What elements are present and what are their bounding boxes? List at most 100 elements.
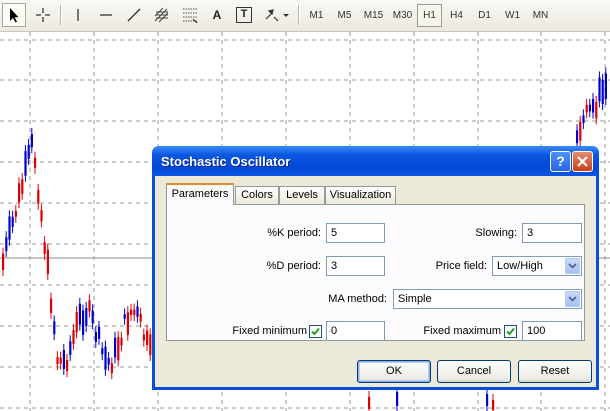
d-period-label: %D period: xyxy=(266,260,321,272)
candle-body xyxy=(136,306,139,317)
candle-body xyxy=(492,400,495,410)
cursor-arrow-icon[interactable] xyxy=(2,3,26,27)
candle-body xyxy=(601,79,604,105)
k-period-label: %K period: xyxy=(267,227,321,239)
ok-button[interactable]: OK xyxy=(357,360,431,383)
equidistant-channel-icon[interactable] xyxy=(150,3,174,27)
candle-body xyxy=(396,392,399,406)
tab-parameters[interactable]: Parameters xyxy=(166,183,234,205)
candle-body xyxy=(2,253,5,270)
timeframe-m30-button[interactable]: M30 xyxy=(388,4,417,27)
candle-body xyxy=(85,308,88,327)
timeframe-h4-button[interactable]: H4 xyxy=(443,4,470,27)
candle-body xyxy=(50,298,53,313)
candle-body xyxy=(110,363,113,374)
price-field-value: Low/High xyxy=(497,260,543,272)
toolbar-separator xyxy=(60,5,62,25)
candle-body xyxy=(46,249,49,275)
fixed-maximum-checkbox[interactable] xyxy=(504,325,517,338)
candle-body xyxy=(56,357,59,365)
candle-body xyxy=(107,357,110,365)
candle-body xyxy=(133,309,136,316)
vertical-line-icon[interactable] xyxy=(66,3,90,27)
candle-body xyxy=(30,133,33,148)
text-tool-icon[interactable]: A xyxy=(206,3,228,27)
timeframe-m1-button[interactable]: M1 xyxy=(303,4,330,27)
chevron-down-icon xyxy=(565,258,580,274)
arrows-menu-icon[interactable] xyxy=(262,3,292,27)
candle-body xyxy=(579,121,582,141)
candle-body xyxy=(72,330,75,344)
candle-body xyxy=(582,115,585,123)
candle-body xyxy=(27,145,30,159)
help-button[interactable]: ? xyxy=(550,151,571,172)
checkmark-icon xyxy=(311,327,320,336)
fibonacci-retracement-icon[interactable] xyxy=(178,3,202,27)
candle-body xyxy=(123,314,126,319)
ma-method-label: MA method: xyxy=(328,293,387,305)
trendline-icon[interactable] xyxy=(122,3,146,27)
candle-body xyxy=(75,312,78,333)
k-period-input[interactable]: 5 xyxy=(326,223,385,243)
candle-body xyxy=(368,397,371,409)
candle-body xyxy=(5,237,8,251)
candle-body xyxy=(88,300,91,312)
candle-body xyxy=(11,216,14,227)
fixed-minimum-checkbox[interactable] xyxy=(309,325,322,338)
close-button[interactable] xyxy=(572,151,593,172)
candle-body xyxy=(101,348,104,355)
ma-method-select[interactable]: Simple xyxy=(393,289,582,309)
d-period-input[interactable]: 3 xyxy=(326,256,385,276)
candle-body xyxy=(53,321,56,335)
candle-body xyxy=(595,101,598,119)
candle-body xyxy=(8,216,11,240)
candle-body xyxy=(21,179,24,194)
timeframe-m15-button[interactable]: M15 xyxy=(359,4,388,27)
fixed-maximum-label: Fixed maximum xyxy=(423,325,501,337)
tab-levels[interactable]: Levels xyxy=(279,186,325,204)
candle-body xyxy=(604,73,607,99)
timeframe-m5-button[interactable]: M5 xyxy=(331,4,358,27)
tab-visualization[interactable]: Visualization xyxy=(325,186,396,204)
tab-colors[interactable]: Colors xyxy=(235,186,279,204)
candle-body xyxy=(117,337,120,361)
candle-body xyxy=(69,341,72,355)
candle-body xyxy=(66,359,69,372)
candle-body xyxy=(37,189,40,204)
candle-body xyxy=(130,309,133,316)
text-label-glyph: T xyxy=(236,7,252,23)
reset-button[interactable]: Reset xyxy=(518,360,592,383)
cancel-button[interactable]: Cancel xyxy=(437,360,511,383)
dialog-titlebar[interactable]: Stochastic Oscillator ? xyxy=(152,146,599,176)
candle-body xyxy=(104,346,107,370)
candle-body xyxy=(82,310,85,335)
slowing-label: Slowing: xyxy=(475,227,517,239)
fixed-minimum-input[interactable]: 0 xyxy=(326,321,385,341)
price-field-select[interactable]: Low/High xyxy=(492,256,582,276)
candle-body xyxy=(139,313,142,322)
text-label-icon[interactable]: T xyxy=(233,3,255,27)
candle-body xyxy=(78,303,81,325)
timeframe-d1-button[interactable]: D1 xyxy=(471,4,498,27)
candle-body xyxy=(24,151,27,176)
timeframe-h1-button[interactable]: H1 xyxy=(417,4,442,27)
candle-body xyxy=(34,157,37,168)
slowing-input[interactable]: 3 xyxy=(522,223,582,243)
toolbar: A T M1 M5 M15 M30 H1 H4 D1 W1 MN xyxy=(0,0,610,32)
dialog-title: Stochastic Oscillator xyxy=(161,154,291,169)
candle-body xyxy=(588,104,591,112)
candle-body xyxy=(146,330,149,346)
crosshair-icon[interactable] xyxy=(31,3,55,27)
candle-body xyxy=(40,210,43,222)
close-icon xyxy=(577,156,588,167)
candle-body xyxy=(59,357,62,364)
fixed-minimum-label: Fixed minimum xyxy=(232,325,307,337)
parameters-panel: %K period: 5 Slowing: 3 %D period: 3 Pri… xyxy=(166,204,585,341)
timeframe-w1-button[interactable]: W1 xyxy=(499,4,526,27)
candle-body xyxy=(114,337,117,358)
horizontal-line-icon[interactable] xyxy=(94,3,118,27)
toolbar-separator xyxy=(298,5,300,25)
fixed-maximum-input[interactable]: 100 xyxy=(522,321,582,341)
candle-body xyxy=(576,130,579,144)
timeframe-mn-button[interactable]: MN xyxy=(527,4,554,27)
